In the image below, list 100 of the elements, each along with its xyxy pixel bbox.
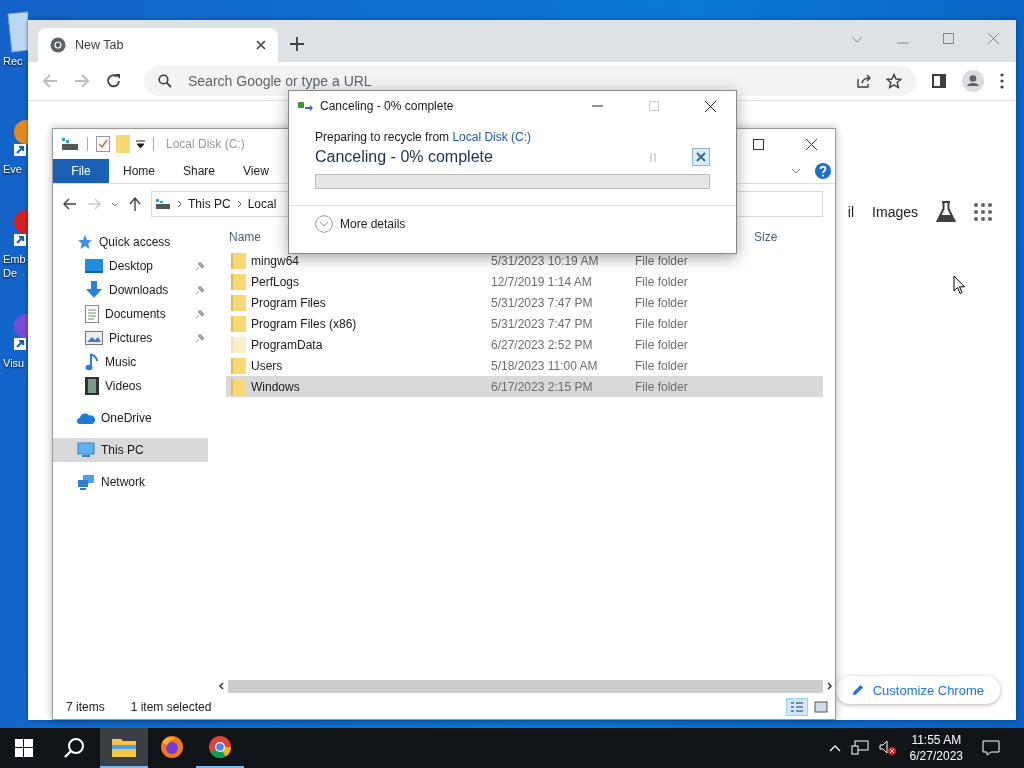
volume-muted-icon[interactable] <box>878 740 897 756</box>
desktop-icon-label[interactable]: Visu <box>0 356 25 370</box>
dropdown-icon[interactable] <box>136 139 145 149</box>
date-modified: 12/7/2019 1:14 AM <box>491 274 593 289</box>
column-header[interactable]: Name <box>226 230 261 244</box>
start-icon[interactable] <box>15 739 33 757</box>
horizontal-scrollbar[interactable] <box>218 679 833 693</box>
file-type: File folder <box>635 358 688 373</box>
clock-time[interactable]: 11:55 AM <box>911 732 962 748</box>
scroll-right-icon[interactable] <box>827 682 833 690</box>
file-row[interactable]: mingw64 5/31/2023 10:19 AM File folder <box>226 250 823 271</box>
nav-item[interactable]: Quick access <box>53 230 208 254</box>
avatar-icon[interactable] <box>962 70 984 92</box>
nav-item[interactable]: Music <box>53 350 208 374</box>
pin-icon[interactable] <box>195 333 205 343</box>
file-name: PerfLogs <box>251 274 300 289</box>
apps-grid-icon[interactable] <box>974 203 992 221</box>
music-note-icon <box>85 353 99 371</box>
cancel-button[interactable] <box>692 148 710 166</box>
clock-date[interactable]: 6/27/2023 <box>909 748 963 764</box>
column-header[interactable]: Size <box>754 230 778 244</box>
file-name: mingw64 <box>251 253 300 268</box>
close-icon[interactable] <box>256 40 266 50</box>
header-link[interactable]: il <box>847 204 855 220</box>
network-icon <box>77 474 95 490</box>
large-icons-view-icon[interactable] <box>813 700 829 714</box>
film-icon <box>85 377 99 395</box>
taskbar-app-button[interactable] <box>100 728 148 768</box>
notifications-icon[interactable] <box>982 740 1000 756</box>
file-type: File folder <box>635 274 688 289</box>
side-panel-icon[interactable] <box>932 74 946 88</box>
header-link[interactable]: Images <box>872 204 918 220</box>
properties-icon[interactable] <box>96 136 110 152</box>
flask-icon[interactable] <box>936 201 956 223</box>
menu-icon[interactable] <box>1000 73 1004 89</box>
browser-tab[interactable]: New Tab <box>38 28 278 62</box>
nav-item[interactable]: Pictures <box>53 326 208 350</box>
file-row[interactable]: ProgramData 6/27/2023 2:52 PM File folder <box>226 334 823 355</box>
address-input[interactable]: Search Google or type a URL <box>186 72 490 90</box>
expand-icon <box>315 215 333 233</box>
file-row[interactable]: Windows 6/17/2023 2:15 PM File folder <box>226 376 823 397</box>
file-type: File folder <box>635 337 688 352</box>
nav-item[interactable]: OneDrive <box>53 406 208 430</box>
desktop-icon-label[interactable]: Eve <box>0 162 22 176</box>
help-icon[interactable] <box>815 163 831 179</box>
show-hidden-icons-icon[interactable] <box>828 744 841 752</box>
pin-icon[interactable] <box>195 285 205 295</box>
chevron-icon <box>236 200 242 208</box>
tab-search-icon[interactable] <box>851 36 863 44</box>
nav-item[interactable]: Desktop <box>53 254 208 278</box>
recycle-operation-icon <box>298 100 314 112</box>
nav-item[interactable]: Documents <box>53 302 208 326</box>
details-view-icon[interactable] <box>787 699 807 715</box>
desktop-icon-label[interactable]: De <box>0 266 18 280</box>
share-icon[interactable] <box>856 73 872 89</box>
pin-icon[interactable] <box>195 261 205 271</box>
file-row[interactable]: Users 5/18/2023 11:00 AM File folder <box>226 355 823 376</box>
ribbon-tab[interactable]: Share <box>169 159 230 183</box>
source-link[interactable]: Local Disk (C:) <box>452 130 532 144</box>
breadcrumb-item[interactable]: This PC <box>188 197 231 211</box>
ribbon-tab[interactable]: View <box>229 159 283 183</box>
recent-locations-icon[interactable] <box>111 201 119 207</box>
scroll-left-icon[interactable] <box>218 682 224 690</box>
maximize-icon[interactable] <box>753 138 764 150</box>
more-details-button[interactable]: More details <box>315 215 406 233</box>
picture-icon <box>85 331 103 345</box>
file-row[interactable]: Program Files (x86) 5/31/2023 7:47 PM File folder <box>226 313 823 334</box>
drive-icon <box>61 137 79 151</box>
file-row[interactable]: PerfLogs 12/7/2019 1:14 AM File folder <box>226 271 823 292</box>
pin-icon[interactable] <box>195 309 205 319</box>
network-icon[interactable] <box>850 740 869 756</box>
ribbon-tab[interactable]: Home <box>109 159 169 183</box>
search-icon[interactable] <box>63 737 85 759</box>
close-icon[interactable] <box>806 138 817 150</box>
desktop-icon-label[interactable]: Emb <box>0 252 26 266</box>
mouse-cursor-icon <box>953 275 966 295</box>
new-tab-icon[interactable] <box>290 37 304 51</box>
desktop-icon-label[interactable]: Rec <box>0 54 23 68</box>
file-row[interactable]: Program Files 5/31/2023 7:47 PM File folder <box>226 292 823 313</box>
reload-icon[interactable] <box>106 73 122 89</box>
customize-chrome-button[interactable]: Customize Chrome <box>835 676 1000 704</box>
back-icon[interactable] <box>63 198 77 210</box>
operation-message: Preparing to recycle from Local Disk (C:) <box>315 130 533 144</box>
nav-item[interactable]: Downloads <box>53 278 208 302</box>
file-name: Users <box>251 358 283 373</box>
star-icon[interactable] <box>886 73 902 89</box>
up-icon[interactable] <box>129 197 141 211</box>
date-modified: 5/31/2023 7:47 PM <box>491 295 594 310</box>
chevron-icon[interactable] <box>791 168 801 174</box>
date-modified: 5/31/2023 10:19 AM <box>491 253 600 268</box>
folder-icon <box>112 737 136 757</box>
file-type: File folder <box>635 379 688 394</box>
breadcrumb-item[interactable]: Local <box>247 197 277 211</box>
nav-item[interactable]: This PC <box>53 438 208 462</box>
close-icon[interactable] <box>705 100 716 112</box>
file-name: ProgramData <box>251 337 323 352</box>
nav-item[interactable]: Network <box>53 470 208 494</box>
file-name: Windows <box>251 379 300 394</box>
date-modified: 6/17/2023 2:15 PM <box>491 379 594 394</box>
nav-item[interactable]: Videos <box>53 374 208 398</box>
